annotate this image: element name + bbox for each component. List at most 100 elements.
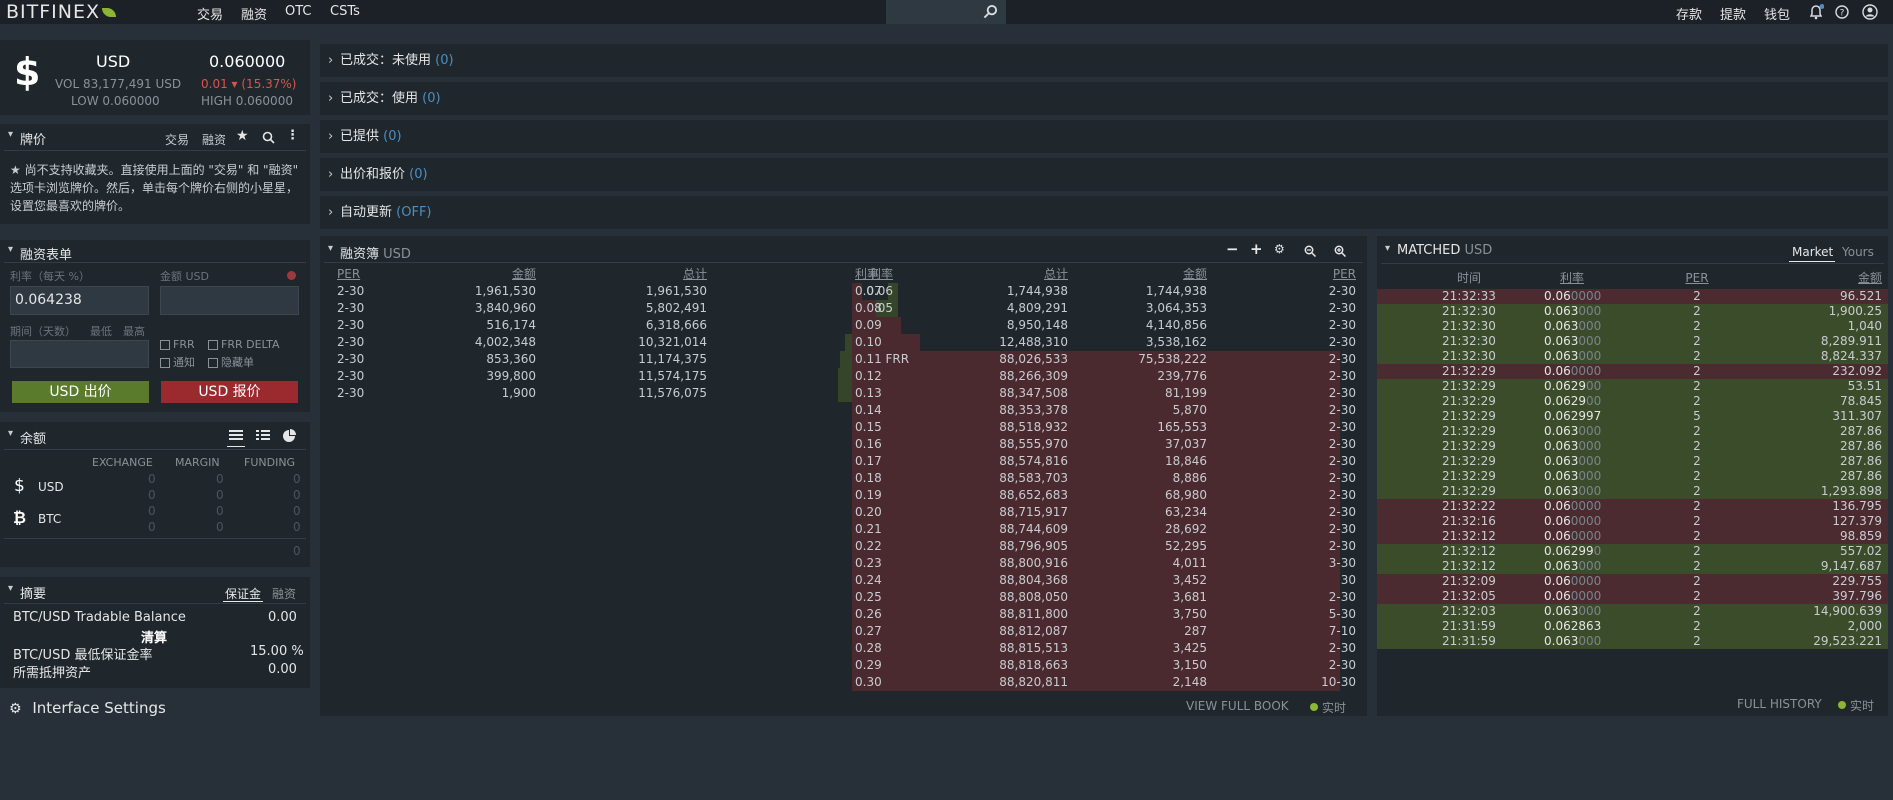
user-icon[interactable] — [1862, 4, 1878, 20]
ask-row[interactable]: 0.19 88,652,683 68,980 2-30 — [320, 487, 1367, 504]
matched-row[interactable]: 21:32:22 0.060000 2 136.795 — [1377, 499, 1888, 514]
ask-row[interactable]: 0.24 88,804,368 3,452 30 — [320, 572, 1367, 589]
matched-row[interactable]: 21:32:29 0.063000 2 1,293.898 — [1377, 484, 1888, 499]
matched-row[interactable]: 21:32:12 0.060000 2 98.859 — [1377, 529, 1888, 544]
col-per[interactable]: PER — [1682, 270, 1712, 287]
ask-row[interactable]: 0.16 88,555,970 37,037 2-30 — [320, 436, 1367, 453]
list-view-icon[interactable] — [229, 430, 243, 442]
matched-row[interactable]: 21:32:12 0.063000 2 9,147.687 — [1377, 559, 1888, 574]
ask-row[interactable]: 0.11 FRR 88,026,533 75,538,222 2-30 — [320, 351, 1367, 368]
collapsible-filled-used[interactable]: › 已成交：使用 (0) — [320, 82, 1888, 115]
matched-row[interactable]: 21:32:30 0.063000 2 8,824.337 — [1377, 349, 1888, 364]
search-icon[interactable] — [983, 4, 998, 19]
col-rate[interactable]: 利率 — [1537, 270, 1607, 287]
matched-row[interactable]: 21:32:05 0.060000 2 397.796 — [1377, 589, 1888, 604]
ask-row[interactable]: 0.20 88,715,917 63,234 2-30 — [320, 504, 1367, 521]
nav-trading[interactable]: 交易 — [197, 4, 223, 23]
frr-delta-checkbox[interactable]: FRR DELTA — [208, 338, 280, 351]
ask-row[interactable]: 0.23 88,800,916 4,011 3-30 — [320, 555, 1367, 572]
ask-row[interactable]: 0.22 88,796,905 52,295 2-30 — [320, 538, 1367, 555]
matched-row[interactable]: 21:31:59 0.062863 2 2,000 — [1377, 619, 1888, 634]
matched-row[interactable]: 21:32:29 0.062997 5 311.307 — [1377, 409, 1888, 424]
ask-row[interactable]: 0.18 88,583,703 8,886 2-30 — [320, 470, 1367, 487]
plus-icon[interactable]: + — [1250, 240, 1263, 258]
rate-input[interactable]: 0.064238 — [10, 286, 149, 315]
ask-row[interactable]: 0.30 88,820,811 2,148 10-30 — [320, 674, 1367, 691]
nav-withdraw[interactable]: 提款 — [1720, 4, 1746, 23]
pie-chart-icon[interactable] — [282, 429, 296, 443]
ask-row[interactable]: 0.13 88,347,508 81,199 2-30 — [320, 385, 1367, 402]
checkbox-icon[interactable] — [208, 358, 218, 368]
tab-market[interactable]: Market — [1792, 245, 1833, 259]
matched-row[interactable]: 21:32:30 0.063000 2 8,289.911 — [1377, 334, 1888, 349]
amount-input[interactable] — [160, 286, 299, 315]
zoom-out-icon[interactable] — [1304, 245, 1316, 257]
checkbox-icon[interactable] — [160, 358, 170, 368]
chevron-down-icon[interactable]: ▾ — [8, 129, 13, 140]
matched-row[interactable]: 21:31:59 0.063000 2 29,523.221 — [1377, 634, 1888, 649]
ask-row[interactable]: 0.17 88,574,816 18,846 2-30 — [320, 453, 1367, 470]
col-amount[interactable]: 金额 — [1070, 266, 1207, 283]
col-total[interactable]: 总计 — [920, 266, 1068, 283]
ask-row[interactable]: 0.14 88,353,378 5,870 2-30 — [320, 402, 1367, 419]
matched-row[interactable]: 21:32:29 0.063000 2 287.86 — [1377, 469, 1888, 484]
ask-row[interactable]: 0.12 88,266,309 239,776 2-30 — [320, 368, 1367, 385]
nav-funding[interactable]: 融资 — [241, 4, 267, 23]
checkbox-icon[interactable] — [160, 340, 170, 350]
matched-row[interactable]: 21:32:33 0.060000 2 96.521 — [1377, 289, 1888, 304]
notify-checkbox[interactable]: 通知 — [160, 354, 195, 370]
col-time[interactable]: 时间 — [1417, 270, 1521, 287]
matched-row[interactable]: 21:32:29 0.063000 2 287.86 — [1377, 424, 1888, 439]
chevron-down-icon[interactable]: ▾ — [8, 428, 13, 439]
ask-row[interactable]: 0.15 88,518,932 165,553 2-30 — [320, 419, 1367, 436]
col-rate[interactable]: 利率 — [855, 266, 879, 283]
collapsible-filled-unused[interactable]: › 已成交：未使用 (0) — [320, 44, 1888, 77]
matched-row[interactable]: 21:32:29 0.063000 2 287.86 — [1377, 454, 1888, 469]
nav-deposit[interactable]: 存款 — [1676, 4, 1702, 23]
search-input[interactable] — [886, 0, 1006, 24]
period-input[interactable] — [10, 340, 149, 368]
chevron-down-icon[interactable]: ▾ — [1385, 243, 1390, 254]
gear-icon[interactable]: ⚙ — [1274, 242, 1285, 256]
collapsible-provided[interactable]: › 已提供 (0) — [320, 120, 1888, 153]
tab-funding[interactable]: 融资 — [272, 585, 296, 602]
bell-icon[interactable] — [1808, 4, 1824, 20]
help-icon[interactable]: ? — [1835, 5, 1849, 19]
tab-yours[interactable]: Yours — [1842, 245, 1874, 259]
matched-row[interactable]: 21:32:03 0.063000 2 14,900.639 — [1377, 604, 1888, 619]
matched-row[interactable]: 21:32:30 0.063000 2 1,900.25 — [1377, 304, 1888, 319]
nav-otc[interactable]: OTC — [285, 4, 312, 19]
matched-row[interactable]: 21:32:12 0.062990 2 557.02 — [1377, 544, 1888, 559]
view-full-book-link[interactable]: VIEW FULL BOOK — [1186, 699, 1289, 713]
ask-row[interactable]: 0.09 8,950,148 4,140,856 2-30 — [320, 317, 1367, 334]
chevron-down-icon[interactable]: ▾ — [8, 244, 13, 255]
collapsible-bids-offers[interactable]: › 出价和报价 (0) — [320, 158, 1888, 191]
tab-trading[interactable]: 交易 — [165, 131, 189, 148]
col-per[interactable]: PER — [1210, 266, 1356, 283]
matched-row[interactable]: 21:32:29 0.063000 2 287.86 — [1377, 439, 1888, 454]
ask-row[interactable]: 0.07 1,744,938 1,744,938 2-30 — [320, 283, 1367, 300]
usd-offer-button[interactable]: USD 报价 — [161, 381, 298, 403]
full-history-link[interactable]: FULL HISTORY — [1737, 697, 1822, 711]
matched-row[interactable]: 21:32:29 0.062900 2 78.845 — [1377, 394, 1888, 409]
nav-csts[interactable]: CSTs — [330, 4, 360, 19]
chevron-down-icon[interactable]: ▾ — [328, 243, 333, 254]
collapsible-auto-renew[interactable]: › 自动更新 (OFF) — [320, 196, 1888, 229]
ask-row[interactable]: 0.08 4,809,291 3,064,353 2-30 — [320, 300, 1367, 317]
detail-list-icon[interactable] — [256, 430, 270, 442]
ask-row[interactable]: 0.29 88,818,663 3,150 2-30 — [320, 657, 1367, 674]
more-icon[interactable]: ⋮ — [286, 128, 299, 143]
ask-row[interactable]: 0.21 88,744,609 28,692 2-30 — [320, 521, 1367, 538]
tab-margin[interactable]: 保证金 — [225, 585, 261, 602]
ask-row[interactable]: 0.25 88,808,050 3,681 2-30 — [320, 589, 1367, 606]
hidden-checkbox[interactable]: 隐藏单 — [208, 354, 254, 370]
star-icon[interactable]: ★ — [236, 128, 249, 144]
ask-row[interactable]: 0.28 88,815,513 3,425 2-30 — [320, 640, 1367, 657]
matched-row[interactable]: 21:32:29 0.062900 2 53.51 — [1377, 379, 1888, 394]
bitfinex-logo[interactable]: BITFINEX — [6, 2, 117, 22]
nav-wallet[interactable]: 钱包 — [1764, 4, 1790, 23]
matched-row[interactable]: 21:32:29 0.060000 2 232.092 — [1377, 364, 1888, 379]
col-amount[interactable]: 金额 — [1757, 270, 1882, 287]
matched-row[interactable]: 21:32:09 0.060000 2 229.755 — [1377, 574, 1888, 589]
frr-checkbox[interactable]: FRR — [160, 338, 195, 351]
